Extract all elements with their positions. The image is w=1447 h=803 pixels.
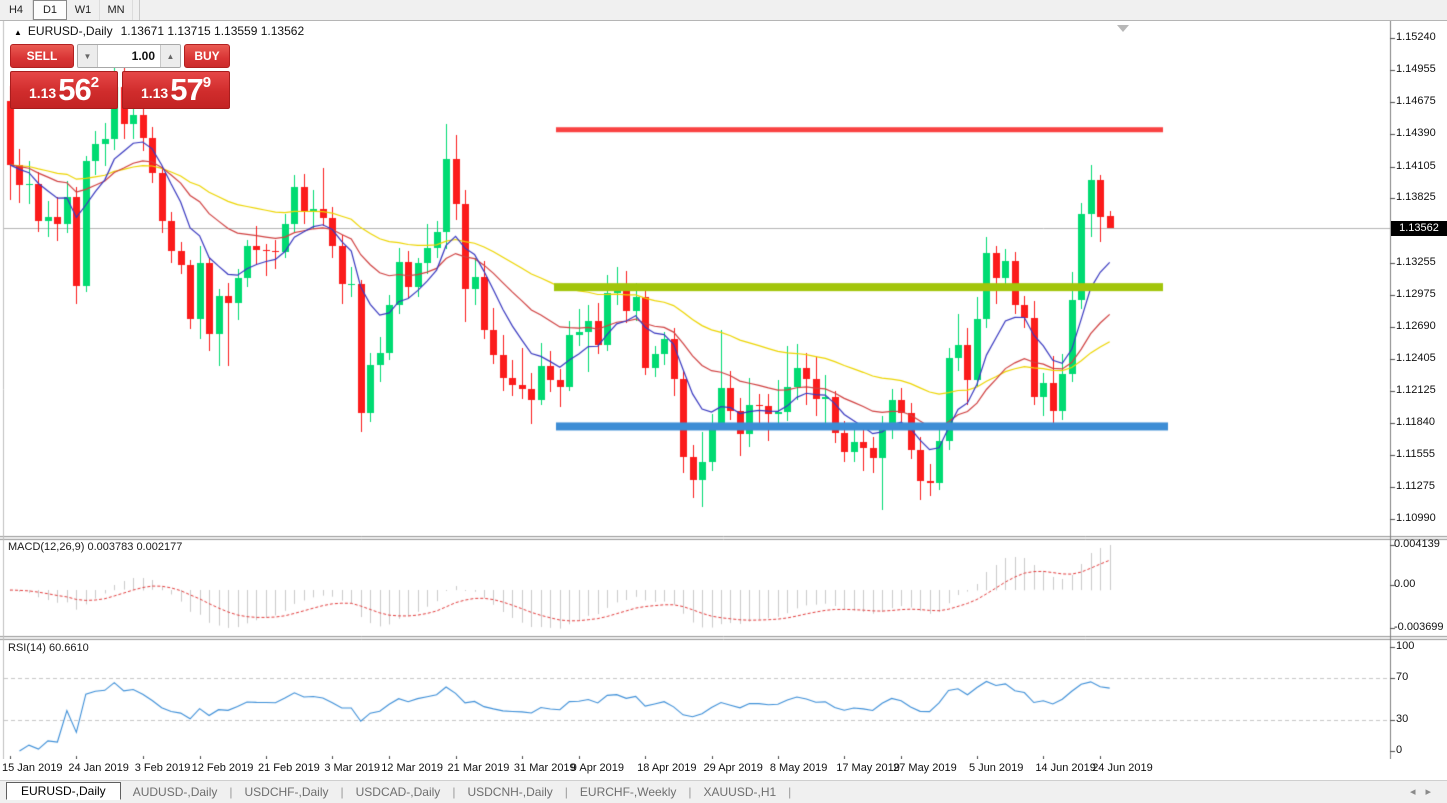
chart-symbol-label: EURUSD-,Daily	[27, 24, 113, 38]
tab-scroll-arrows[interactable]: ◂▸	[1410, 785, 1441, 798]
collapse-triangle-icon[interactable]: ▲	[14, 28, 22, 37]
chart-tab-3[interactable]: USDCHF-,Daily	[233, 783, 341, 801]
chart-ohlc-values: 1.13671 1.13715 1.13559 1.13562	[120, 24, 305, 38]
date-axis-label: 12 Mar 2019	[381, 762, 443, 774]
date-axis-label: 3 Feb 2019	[134, 762, 191, 774]
timeframe-button-w1[interactable]: W1	[67, 0, 100, 20]
chart-tab-7[interactable]: XAUUSD-,H1	[691, 783, 788, 801]
buy-button[interactable]: BUY	[184, 44, 230, 68]
date-axis-label: 31 Mar 2019	[513, 762, 576, 774]
tab-scroll-left-icon: ◂	[1409, 786, 1426, 798]
price-axis-label: 1.13255	[1396, 255, 1436, 268]
volume-stepper: ▼ ▲	[77, 44, 181, 68]
volume-input[interactable]	[98, 45, 160, 67]
ask-big-digits: 57	[170, 72, 203, 107]
chart-tab-2[interactable]: AUDUSD-,Daily	[121, 783, 230, 801]
ask-prefix: 1.13	[140, 85, 169, 101]
price-axis-label: 1.12690	[1396, 319, 1436, 332]
chart-tab-1[interactable]: EURUSD-,Daily	[6, 782, 121, 800]
chart-tab-6[interactable]: EURCHF-,Weekly	[568, 783, 688, 801]
bid-big-digits: 56	[58, 72, 91, 107]
rsi-axis-label: 30	[1396, 712, 1409, 725]
price-axis-label: 1.14390	[1396, 127, 1436, 140]
current-price-tag: 1.13562	[1391, 221, 1447, 237]
rsi-axis-label: 70	[1396, 671, 1409, 684]
ask-price-box[interactable]: 1.13 57 9	[122, 71, 230, 109]
volume-increase-icon[interactable]: ▲	[160, 45, 180, 67]
timeframe-button-d1[interactable]: D1	[33, 0, 67, 20]
date-axis-label: 15 Jan 2019	[2, 762, 63, 774]
one-click-trading-panel: SELL ▼ ▲ BUY 1.13 56 2 1.13 57 9	[10, 44, 230, 109]
price-axis-label: 1.13825	[1396, 191, 1436, 204]
macd-axis-label: 0.004139	[1394, 538, 1440, 550]
price-axis-label: 1.14675	[1396, 94, 1436, 107]
price-axis-label: 1.14955	[1396, 63, 1436, 76]
timeframe-button-mn[interactable]: MN	[100, 0, 133, 20]
ask-point-digit: 9	[202, 74, 212, 91]
date-axis-label: 8 May 2019	[769, 762, 828, 774]
price-axis-label: 1.11555	[1396, 448, 1435, 461]
price-axis-label: 1.14105	[1396, 159, 1436, 172]
chart-tab-5[interactable]: USDCNH-,Daily	[455, 783, 564, 801]
timeframe-button-h4[interactable]: H4	[0, 0, 33, 20]
price-axis-label: 1.12975	[1396, 287, 1436, 300]
date-axis-label: 3 Mar 2019	[324, 762, 380, 774]
trading-terminal-window: H4 D1 W1 MN ▲ EURUSD-,Daily 1.13671 1.13715 1…	[0, 0, 1447, 803]
timeframe-toolbar: H4 D1 W1 MN	[0, 0, 1447, 21]
date-axis-label: 21 Mar 2019	[447, 762, 510, 774]
chart-tab-bar: EURUSD-,Daily AUDUSD-,Daily | USDCHF-,Daily…	[0, 780, 1447, 803]
price-axis-label: 1.10990	[1396, 512, 1436, 525]
rsi-axis-label: 100	[1396, 640, 1415, 652]
price-axis-label: 1.11840	[1396, 416, 1435, 429]
date-axis-label: 24 Jan 2019	[68, 762, 129, 774]
date-axis-label: 14 Jun 2019	[1035, 762, 1096, 774]
date-axis-label: 9 Apr 2019	[570, 762, 625, 774]
bid-point-digit: 2	[90, 74, 100, 91]
rsi-indicator-label: RSI(14) 60.6610	[8, 642, 89, 654]
macd-axis-label: 0.00	[1394, 578, 1416, 590]
price-chart-canvas[interactable]	[0, 0, 1447, 803]
date-axis-label: 12 Feb 2019	[191, 762, 254, 774]
bid-price-box[interactable]: 1.13 56 2	[10, 71, 118, 109]
date-axis-label: 5 Jun 2019	[968, 762, 1024, 774]
price-axis-label: 1.12125	[1396, 383, 1436, 396]
date-axis-label: 24 Jun 2019	[1092, 762, 1153, 774]
price-axis-label: 1.12405	[1396, 352, 1436, 365]
date-axis-label: 17 May 2019	[836, 762, 900, 774]
date-axis-label: 27 May 2019	[893, 762, 957, 774]
chart-shift-marker-icon[interactable]	[1117, 25, 1129, 32]
date-axis-label: 18 Apr 2019	[637, 762, 697, 774]
bid-prefix: 1.13	[28, 85, 57, 101]
price-axis-label: 1.15240	[1396, 31, 1436, 43]
chart-tab-4[interactable]: USDCAD-,Daily	[344, 783, 453, 801]
tab-separator: |	[788, 785, 792, 799]
sell-button[interactable]: SELL	[10, 44, 74, 68]
chart-title: ▲ EURUSD-,Daily 1.13671 1.13715 1.13559 1.…	[14, 24, 304, 38]
tab-scroll-right-icon: ▸	[1425, 786, 1441, 798]
volume-decrease-icon[interactable]: ▼	[78, 45, 98, 67]
date-axis-label: 21 Feb 2019	[257, 762, 320, 774]
date-axis-label: 29 Apr 2019	[703, 762, 763, 774]
rsi-axis-label: 0	[1396, 744, 1403, 756]
macd-axis-label: -0.003699	[1394, 621, 1444, 633]
price-axis-label: 1.11275	[1396, 480, 1435, 493]
macd-indicator-label: MACD(12,26,9) 0.003783 0.002177	[8, 541, 183, 553]
